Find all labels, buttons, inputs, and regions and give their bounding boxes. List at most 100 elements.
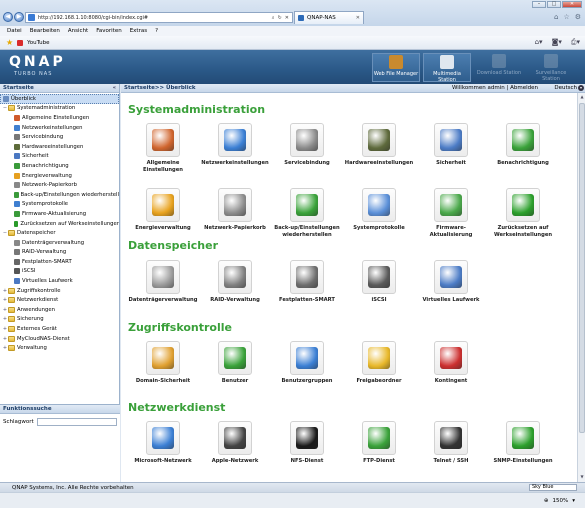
tile-benachrichtigung[interactable]: Benachrichtigung	[487, 123, 559, 183]
sidebar-item-virtuelles-laufwerk[interactable]: Virtuelles Laufwerk	[0, 276, 119, 286]
tile-frame	[506, 123, 540, 157]
sidebar-item-label: Zurücksetzen auf Werkseinstellunger	[20, 220, 119, 227]
language-select[interactable]: Deutsch	[554, 85, 577, 91]
scroll-down-icon[interactable]: ▼	[579, 474, 585, 481]
welcome-logout[interactable]: Willkommen admin | Abmelden	[452, 85, 538, 91]
sidebar-item-netzwerkdienst[interactable]: + Netzwerkdienst	[0, 295, 119, 305]
zuruecksetzen-auf-werkseinstellunger-icon	[14, 220, 19, 227]
tile-raid-verwaltung[interactable]: RAID-Verwaltung	[199, 260, 271, 320]
tile-benutzer[interactable]: Benutzer	[199, 341, 271, 401]
sidebar-item-externes-geraet[interactable]: + Externes Gerät	[0, 324, 119, 334]
minimize-icon[interactable]: –	[532, 1, 546, 8]
sidebar-item-energieverwaltung[interactable]: Energieverwaltung	[0, 171, 119, 181]
close-icon[interactable]: ✕	[562, 1, 582, 8]
language-dropdown-icon[interactable]: ▾	[578, 85, 584, 91]
web-file-manager-button[interactable]: Web File Manager	[372, 53, 420, 82]
home-page-icon[interactable]: ⌂▾	[535, 38, 543, 47]
feeds-icon[interactable]: ◙▾	[552, 38, 562, 47]
tile-benutzergruppen[interactable]: Benutzergruppen	[271, 341, 343, 401]
zoom-dropdown-icon[interactable]: ▾	[572, 498, 575, 504]
tile-iscsi[interactable]: iSCSI	[343, 260, 415, 320]
tile-nfs-dienst[interactable]: NFS-Dienst	[271, 421, 343, 481]
theme-select[interactable]: Sky Blue	[529, 484, 577, 491]
tile-ftp-dienst[interactable]: FTP-Dienst	[343, 421, 415, 481]
tile-apple-netzwerk[interactable]: Apple-Netzwerk	[199, 421, 271, 481]
tile-datentraegerverwaltung[interactable]: Datenträgerverwaltung	[127, 260, 199, 320]
maximize-icon[interactable]: □	[547, 1, 561, 8]
sidebar-item-systemadministration[interactable]: − Systemadministration	[0, 104, 119, 114]
tile-sicherheit[interactable]: Sicherheit	[415, 123, 487, 183]
sidebar-item-zuruecksetzen-auf-werkseinstellunger[interactable]: Zurücksetzen auf Werkseinstellunger	[0, 219, 119, 229]
tile-domain-sicherheit[interactable]: Domain-Sicherheit	[127, 341, 199, 401]
sidebar-item-back-up-einstellungen-wiederherstell[interactable]: Back-up/Einstellungen wiederherstell	[0, 190, 119, 200]
tile-freigabeordner[interactable]: Freigabeordner	[343, 341, 415, 401]
sidebar-item-hardwareeinstellungen[interactable]: Hardwareeinstellungen	[0, 142, 119, 152]
tile-servicebindung[interactable]: Servicebindung	[271, 123, 343, 183]
back-icon[interactable]: ◀	[3, 12, 13, 22]
sidebar-item-benachrichtigung[interactable]: Benachrichtigung	[0, 161, 119, 171]
menu-favoriten[interactable]: Favoriten	[96, 28, 121, 34]
sidebar-item-iscsi[interactable]: iSCSI	[0, 267, 119, 277]
favorite-youtube[interactable]: YouTube	[27, 40, 49, 46]
tile-microsoft-netzwerk[interactable]: Microsoft-Netzwerk	[127, 421, 199, 481]
sidebar-item-servicebindung[interactable]: Servicebindung	[0, 132, 119, 142]
keyword-input[interactable]	[37, 418, 117, 426]
sidebar-item-festplatten-smart[interactable]: Festplatten-SMART	[0, 257, 119, 267]
tile-netzwerkeinstellungen[interactable]: Netzwerkeinstellungen	[199, 123, 271, 183]
sidebar-item-sicherung[interactable]: + Sicherung	[0, 315, 119, 325]
menu-datei[interactable]: Datei	[7, 28, 22, 34]
tab-qnap-nas[interactable]: QNAP-NAS ✕	[294, 11, 364, 24]
tile-zuruecksetzen-auf-werkseinstellungen[interactable]: Zurücksetzen auf Werkseinstellungen	[487, 188, 559, 248]
address-bar[interactable]: http://192.168.1.10:8080/cgi-bin/index.c…	[25, 12, 293, 23]
sidebar-item-verwaltung[interactable]: + Verwaltung	[0, 343, 119, 353]
zoom-icon[interactable]: ⊕	[544, 498, 549, 504]
scrollbar-thumb[interactable]	[579, 103, 585, 433]
tab-close-icon[interactable]: ✕	[356, 15, 360, 21]
stop-icon[interactable]: ✕	[285, 15, 289, 21]
zoom-level[interactable]: 150%	[553, 498, 569, 504]
tile-back-up-einstellungen-wiederherstellen[interactable]: Back-up/Einstellungen wiederherstellen	[271, 188, 343, 248]
tile-hardwareeinstellungen[interactable]: Hardwareeinstellungen	[343, 123, 415, 183]
sidebar-item-sicherheit[interactable]: Sicherheit	[0, 152, 119, 162]
search-icon[interactable]: ⌕	[272, 15, 275, 21]
gear-icon[interactable]: ⚙	[575, 13, 581, 21]
sidebar-item-allgemeine-einstellungen[interactable]: Allgemeine Einstellungen	[0, 113, 119, 123]
surveillance-station-button[interactable]: Surveillance Station	[527, 53, 575, 82]
menu-ansicht[interactable]: Ansicht	[68, 28, 88, 34]
breadcrumb[interactable]: Startseite>> Überblick	[124, 85, 196, 91]
sidebar-item-systemprotokolle[interactable]: Systemprotokolle	[0, 200, 119, 210]
multimedia-station-button[interactable]: Multimedia Station	[423, 53, 471, 83]
sidebar-item-raid-verwaltung[interactable]: RAID-Verwaltung	[0, 248, 119, 258]
sidebar-item-netzwerkeinstellungen[interactable]: Netzwerkeinstellungen	[0, 123, 119, 133]
sidebar-item-firmware-aktualisierung[interactable]: Firmware-Aktualisierung	[0, 209, 119, 219]
collapse-left-icon[interactable]: «	[113, 84, 116, 92]
sidebar-item-label: Benachrichtigung	[22, 162, 69, 169]
refresh-icon[interactable]: ↻	[278, 15, 282, 21]
tile-allgemeine-einstellungen[interactable]: Allgemeine Einstellungen	[127, 123, 199, 183]
tile-snmp-einstellungen[interactable]: SNMP-Einstellungen	[487, 421, 559, 481]
download-station-button[interactable]: Download Station	[475, 53, 523, 82]
scroll-up-icon[interactable]: ▲	[579, 94, 585, 101]
print-icon[interactable]: ⎙▾	[571, 38, 580, 47]
menu-help[interactable]: ?	[155, 28, 158, 34]
main-scrollbar[interactable]: ▲ ▼	[577, 93, 585, 482]
menu-extras[interactable]: Extras	[130, 28, 147, 34]
sidebar-item-ueberblick[interactable]: Überblick	[0, 94, 119, 104]
favorites-star-icon[interactable]: ☆	[563, 13, 569, 21]
sidebar-item-mycloudnas-dienst[interactable]: + MyCloudNAS-Dienst	[0, 334, 119, 344]
tile-firmware-aktualisierung[interactable]: Firmware-Aktualisierung	[415, 188, 487, 248]
sidebar-item-zugriffskontrolle[interactable]: + Zugriffskontrolle	[0, 286, 119, 296]
sidebar-item-anwendungen[interactable]: + Anwendungen	[0, 305, 119, 315]
forward-icon[interactable]: ▶	[14, 12, 24, 22]
tile-festplatten-smart[interactable]: Festplatten-SMART	[271, 260, 343, 320]
menu-bearbeiten[interactable]: Bearbeiten	[30, 28, 60, 34]
tile-virtuelles-laufwerk[interactable]: Virtuelles Laufwerk	[415, 260, 487, 320]
tile-systemprotokolle[interactable]: Systemprotokolle	[343, 188, 415, 248]
home-icon[interactable]: ⌂	[554, 13, 558, 21]
favorites-star-icon[interactable]: ★	[6, 38, 13, 47]
sidebar-item-netzwerk-papierkorb[interactable]: Netzwerk-Papierkorb	[0, 180, 119, 190]
sidebar-item-datentraegerverwaltung[interactable]: Datenträgerverwaltung	[0, 238, 119, 248]
sidebar-item-datenspeicher[interactable]: − Datenspeicher	[0, 228, 119, 238]
tile-kontingent[interactable]: Kontingent	[415, 341, 487, 401]
tile-telnet-ssh[interactable]: Telnet / SSH	[415, 421, 487, 481]
